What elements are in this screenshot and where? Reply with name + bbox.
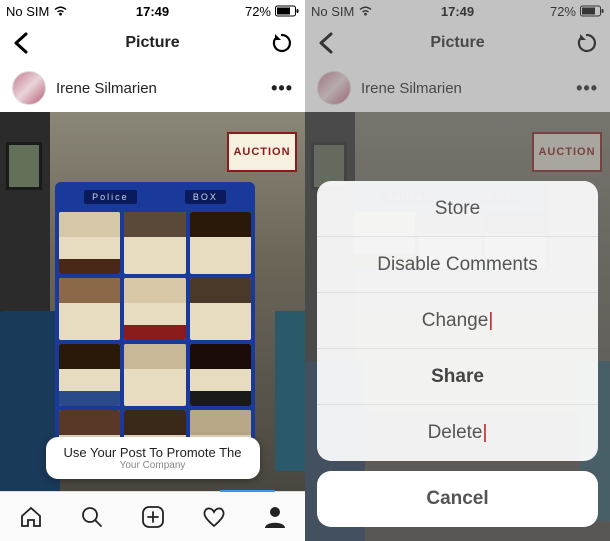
carrier-label: No SIM <box>6 4 49 19</box>
sheet-store-button[interactable]: Store <box>317 181 598 237</box>
tardis-box-label: BOX <box>185 190 226 204</box>
home-tab[interactable] <box>18 504 44 530</box>
profile-tab[interactable] <box>262 504 288 530</box>
username-label[interactable]: Irene Silmarien <box>56 80 261 97</box>
add-post-tab[interactable] <box>140 504 166 530</box>
reload-button[interactable] <box>271 32 293 54</box>
post-header: Irene Silmarien ••• <box>0 64 305 112</box>
auction-sign: AUCTION <box>227 132 297 172</box>
more-options-button[interactable]: ••• <box>271 78 293 99</box>
promote-main-text: Use Your Post To Promote The <box>63 445 241 460</box>
battery-pct-label: 72% <box>245 4 271 19</box>
tardis-police-label: Police <box>84 190 137 204</box>
back-button[interactable] <box>12 32 30 54</box>
sheet-delete-button[interactable]: Delete| <box>317 405 598 461</box>
tab-bar <box>0 491 305 541</box>
action-sheet: Store Disable Comments Change| Share Del… <box>317 181 598 527</box>
wifi-icon <box>53 5 68 17</box>
battery-icon <box>275 5 299 17</box>
promote-sub-text: Your Company <box>63 460 241 471</box>
sheet-disable-comments-button[interactable]: Disable Comments <box>317 237 598 293</box>
sheet-cancel-button[interactable]: Cancel <box>317 471 598 527</box>
post-image[interactable]: AUCTION Police BOX Use Your Post To Prom… <box>0 112 305 491</box>
nav-bar: Picture <box>0 22 305 64</box>
promote-tooltip[interactable]: Use Your Post To Promote The Your Compan… <box>45 437 259 479</box>
search-tab[interactable] <box>79 504 105 530</box>
sheet-change-button[interactable]: Change| <box>317 293 598 349</box>
status-bar: No SIM 17:49 72% <box>0 0 305 22</box>
page-title: Picture <box>125 34 179 52</box>
clock-label: 17:49 <box>136 4 169 19</box>
activity-tab[interactable] <box>201 504 227 530</box>
avatar[interactable] <box>12 71 46 105</box>
sheet-share-button[interactable]: Share <box>317 349 598 405</box>
